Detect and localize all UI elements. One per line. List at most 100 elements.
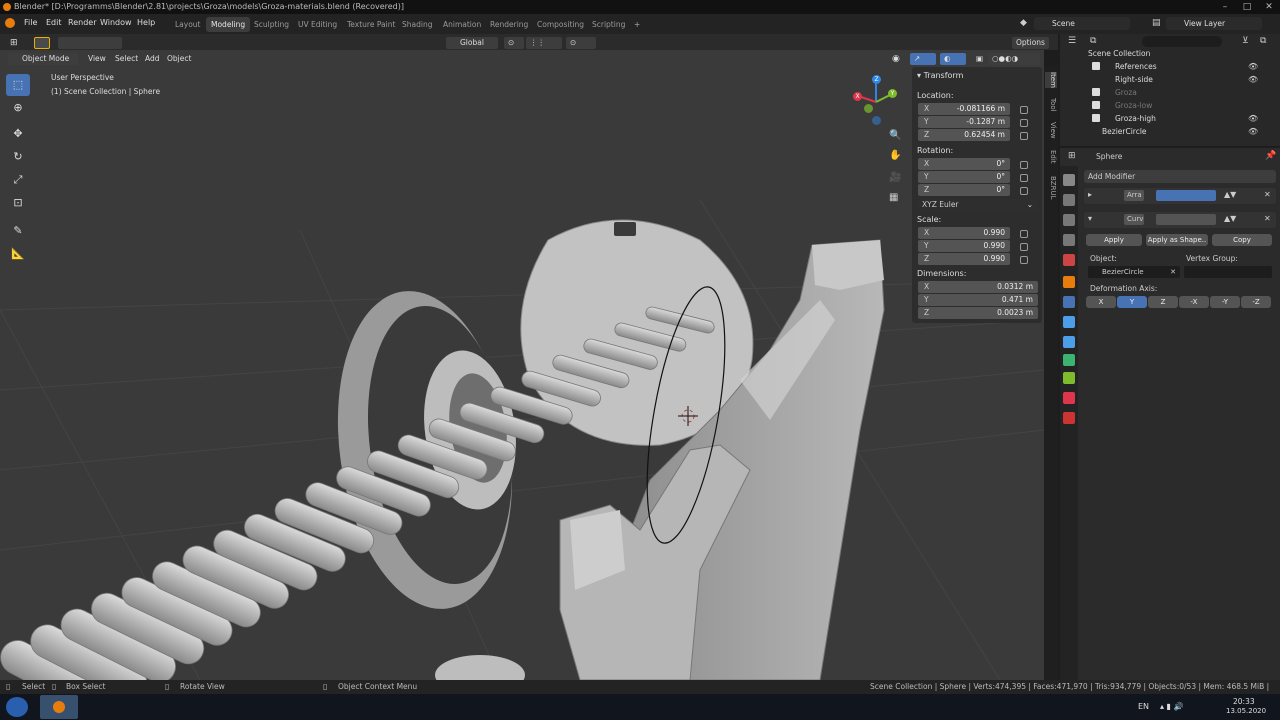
checkbox-icon[interactable] bbox=[1092, 101, 1100, 109]
constraints-tab-icon[interactable] bbox=[1063, 354, 1075, 366]
tab-uv-editing[interactable]: UV Editing bbox=[293, 17, 342, 32]
menu-add[interactable]: Add bbox=[141, 53, 164, 65]
dimensions-x-field[interactable]: X 0.0312 m bbox=[918, 281, 1038, 293]
outliner-root[interactable]: Scene Collection bbox=[1060, 47, 1280, 60]
tab-rendering[interactable]: Rendering bbox=[485, 17, 533, 32]
menu-file[interactable]: File bbox=[24, 18, 37, 27]
transform-header[interactable]: ▾ Transform bbox=[917, 71, 963, 80]
overlay-toggle-icon[interactable]: ◐ bbox=[940, 53, 966, 65]
tab-tool[interactable]: Tool bbox=[1045, 98, 1057, 112]
language-indicator[interactable]: EN bbox=[1138, 702, 1149, 711]
add-workspace-icon[interactable]: + bbox=[629, 17, 645, 32]
tab-modeling[interactable]: Modeling bbox=[206, 17, 251, 32]
options-dropdown[interactable]: Options bbox=[1012, 37, 1049, 49]
checkbox-icon[interactable] bbox=[1092, 88, 1100, 96]
apply-as-shape-button[interactable]: Apply as Shape.. bbox=[1146, 234, 1208, 246]
gizmo-y-icon[interactable]: Y bbox=[888, 89, 897, 98]
apply-button[interactable]: Apply bbox=[1086, 234, 1142, 246]
transform-tool-icon[interactable]: ⊡ bbox=[6, 192, 30, 214]
location-z-field[interactable]: Z 0.62454 m bbox=[918, 129, 1010, 141]
location-x-field[interactable]: X -0.081166 m bbox=[918, 103, 1010, 115]
lock-icon[interactable] bbox=[1020, 132, 1028, 140]
modifier-display-toggles[interactable] bbox=[1156, 190, 1216, 201]
axis-y-button[interactable]: Y bbox=[1117, 296, 1147, 308]
lock-icon[interactable] bbox=[1020, 174, 1028, 182]
axis-z-button[interactable]: Z bbox=[1148, 296, 1178, 308]
axis-x-button[interactable]: X bbox=[1086, 296, 1116, 308]
menu-help[interactable]: Help bbox=[137, 18, 155, 27]
eye-icon[interactable]: 👁 bbox=[1248, 127, 1258, 136]
rotate-tool-icon[interactable]: ↻ bbox=[6, 146, 30, 168]
gizmo-neg-y-icon[interactable] bbox=[864, 104, 873, 113]
lock-icon[interactable] bbox=[1020, 187, 1028, 195]
gizmo-z-icon[interactable]: Z bbox=[872, 75, 881, 84]
3d-viewport[interactable] bbox=[0, 50, 1044, 680]
axis-neg-y-button[interactable]: -Y bbox=[1210, 296, 1240, 308]
gizmo-x-icon[interactable]: X bbox=[853, 92, 862, 101]
shading-mode-buttons[interactable]: ○●◐◑ bbox=[988, 53, 1040, 65]
modifier-array-panel[interactable]: ▸ Arra ▲▼ ✕ bbox=[1084, 188, 1276, 204]
clear-icon[interactable]: ✕ bbox=[1170, 266, 1176, 278]
move-up-icon[interactable]: ▲▼ bbox=[1224, 190, 1236, 199]
rotation-y-field[interactable]: Y 0° bbox=[918, 171, 1010, 183]
menu-render[interactable]: Render bbox=[68, 18, 96, 27]
lock-icon[interactable] bbox=[1020, 119, 1028, 127]
tab-item[interactable]: Item bbox=[1045, 72, 1057, 88]
tab-sculpting[interactable]: Sculpting bbox=[249, 17, 294, 32]
pan-hand-icon[interactable]: ✋ bbox=[889, 150, 901, 161]
lock-icon[interactable] bbox=[1020, 243, 1028, 251]
maximize-icon[interactable]: □ bbox=[1236, 0, 1258, 14]
ortho-grid-icon[interactable]: ▦ bbox=[889, 192, 898, 203]
modifier-name-field[interactable]: Curv bbox=[1124, 214, 1144, 225]
lock-icon[interactable] bbox=[1020, 106, 1028, 114]
object-field[interactable]: BezierCircle ✕ bbox=[1088, 266, 1180, 278]
copy-button[interactable]: Copy bbox=[1212, 234, 1272, 246]
render-tab-icon[interactable] bbox=[1063, 194, 1075, 206]
output-tab-icon[interactable] bbox=[1063, 214, 1075, 226]
dimensions-y-field[interactable]: Y 0.471 m bbox=[918, 294, 1038, 306]
blender-menu-icon[interactable] bbox=[5, 18, 15, 28]
minimize-icon[interactable]: – bbox=[1214, 0, 1236, 14]
eye-icon[interactable]: 👁 bbox=[1248, 75, 1258, 84]
editor-type-icon[interactable]: ⊞ bbox=[6, 37, 22, 49]
navigation-gizmo[interactable]: Z X Y bbox=[850, 74, 902, 126]
scene-icon[interactable]: ◆ bbox=[1020, 18, 1027, 28]
axis-neg-z-button[interactable]: -Z bbox=[1241, 296, 1271, 308]
outliner-search-input[interactable] bbox=[1142, 36, 1222, 47]
rotation-mode-dropdown[interactable]: XYZ Euler ⌄ bbox=[918, 199, 1038, 211]
checkbox-icon[interactable] bbox=[1092, 62, 1100, 70]
tray-icons[interactable]: ▴ ▮ 🔊 bbox=[1160, 702, 1183, 711]
outliner-item-right-side[interactable]: Right-side bbox=[1060, 73, 1280, 86]
dimensions-z-field[interactable]: Z 0.0023 m bbox=[918, 307, 1038, 319]
object-tab-icon[interactable] bbox=[1063, 276, 1075, 288]
scale-y-field[interactable]: Y 0.990 bbox=[918, 240, 1010, 252]
eye-icon[interactable]: 👁 bbox=[1248, 114, 1258, 123]
modifier-display-toggles[interactable] bbox=[1156, 214, 1216, 225]
annotate-tool-icon[interactable]: ✎ bbox=[6, 220, 30, 242]
expand-icon[interactable]: ▸ bbox=[1088, 190, 1092, 199]
add-modifier-dropdown[interactable]: Add Modifier bbox=[1084, 170, 1276, 183]
rotation-x-field[interactable]: X 0° bbox=[918, 158, 1010, 170]
menu-view[interactable]: View bbox=[84, 53, 110, 65]
modifier-curve-panel[interactable]: ▾ Curv ▲▼ ✕ bbox=[1084, 212, 1276, 228]
tab-compositing[interactable]: Compositing bbox=[532, 17, 589, 32]
modifier-tab-icon[interactable] bbox=[1063, 296, 1075, 308]
material-tab-icon[interactable] bbox=[1063, 392, 1075, 404]
particles-tab-icon[interactable] bbox=[1063, 316, 1075, 328]
tab-animation[interactable]: Animation bbox=[438, 17, 486, 32]
location-y-field[interactable]: Y -0.1287 m bbox=[918, 116, 1010, 128]
pin-icon[interactable]: 📌 bbox=[1265, 151, 1276, 161]
start-button-icon[interactable] bbox=[6, 697, 28, 717]
tab-bzrul[interactable]: BZRUL bbox=[1045, 176, 1057, 200]
pivot-icon[interactable]: ⊙ bbox=[504, 37, 524, 49]
data-tab-icon[interactable] bbox=[1063, 372, 1075, 384]
view-layer-selector[interactable]: View Layer bbox=[1166, 17, 1262, 30]
collapse-icon[interactable]: ▾ bbox=[1088, 214, 1092, 223]
xray-icon[interactable]: ▣ bbox=[972, 53, 988, 65]
menu-window[interactable]: Window bbox=[100, 18, 132, 27]
lock-icon[interactable] bbox=[1020, 230, 1028, 238]
cursor-tool-icon[interactable]: ⊕ bbox=[6, 97, 30, 119]
tab-view[interactable]: View bbox=[1045, 122, 1057, 139]
proportional-edit-icon[interactable]: ⊙ bbox=[566, 37, 596, 49]
vertex-group-field[interactable] bbox=[1184, 266, 1272, 278]
